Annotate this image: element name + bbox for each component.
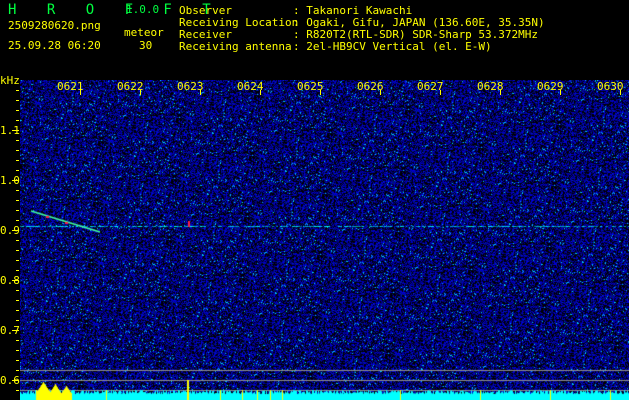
- y-tick: [16, 120, 19, 121]
- meteor-label: meteor: [124, 26, 164, 39]
- y-tick: [16, 310, 19, 311]
- y-tick: [16, 390, 19, 391]
- x-tick: [260, 90, 261, 95]
- y-tick: [12, 230, 19, 231]
- y-tick: [16, 140, 19, 141]
- x-tick: [380, 90, 381, 95]
- y-tick: [12, 330, 19, 331]
- y-tick: [16, 100, 19, 101]
- y-tick: [16, 350, 19, 351]
- info-value: : 2el-HB9CV Vertical (el. E-W): [293, 40, 492, 53]
- y-tick: [12, 280, 19, 281]
- y-tick: [16, 290, 19, 291]
- y-tick: [16, 200, 19, 201]
- y-tick: [16, 360, 19, 361]
- x-tick: [440, 90, 441, 95]
- y-tick: [16, 240, 19, 241]
- y-unit: kHz: [0, 74, 20, 87]
- y-tick: [12, 180, 19, 181]
- file-datetime: 25.09.28 06:20: [8, 39, 101, 52]
- y-tick: [16, 170, 19, 171]
- y-tick: [16, 370, 19, 371]
- y-tick: [16, 270, 19, 271]
- y-tick: [16, 260, 19, 261]
- x-tick: [140, 90, 141, 95]
- y-tick: [16, 150, 19, 151]
- y-tick: [16, 190, 19, 191]
- y-tick: [16, 90, 19, 91]
- y-tick: [16, 220, 19, 221]
- file-name: 2509280620.png: [8, 19, 101, 32]
- x-tick: [500, 90, 501, 95]
- app-version: 1.0.0: [126, 3, 160, 16]
- info-label: Receiving antenna: [179, 40, 292, 53]
- x-tick: [320, 90, 321, 95]
- y-tick: [16, 210, 19, 211]
- x-tick: [560, 90, 561, 95]
- x-tick: [80, 90, 81, 95]
- spectrogram: [20, 80, 629, 400]
- y-tick: [12, 130, 19, 131]
- y-tick: [16, 110, 19, 111]
- y-tick: [16, 340, 19, 341]
- x-tick: [200, 90, 201, 95]
- meteor-count: 30: [139, 39, 153, 52]
- x-tick: [620, 90, 621, 95]
- y-tick: [16, 300, 19, 301]
- y-tick: [16, 320, 19, 321]
- y-tick: [16, 250, 19, 251]
- y-tick: [16, 160, 19, 161]
- y-tick: [12, 380, 19, 381]
